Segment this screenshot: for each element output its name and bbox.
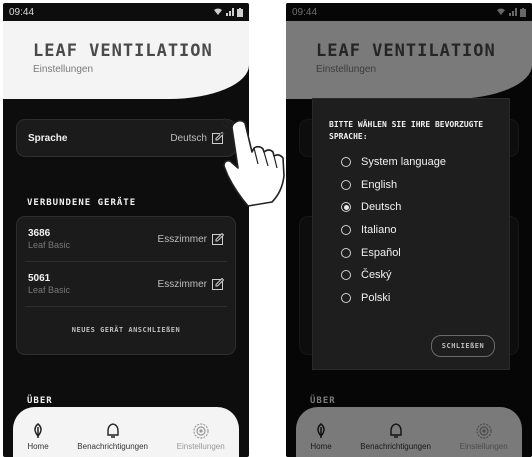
option-label: Italiano — [361, 224, 397, 237]
status-icons — [213, 7, 243, 17]
nav-notifications[interactable]: Benachrichtigungen — [77, 423, 148, 451]
device-room: Esszimmer — [157, 233, 207, 245]
bell-icon — [106, 423, 119, 438]
gear-icon — [193, 423, 209, 439]
nav-settings[interactable]: Einstellungen — [177, 423, 225, 451]
device-model: Leaf Basic — [28, 240, 71, 250]
radio-button-selected[interactable] — [341, 202, 351, 213]
language-option[interactable]: Español — [313, 241, 509, 264]
dialog-title: BITTE WÄHLEN SIE IHRE BEVORZUGTE SPRACHE… — [329, 120, 484, 141]
option-label: Español — [361, 246, 401, 259]
phone-screen-settings: 09:44 LEAF VENTILATION Einstellungen Spr… — [3, 3, 249, 457]
language-option[interactable]: Polski — [313, 287, 509, 310]
option-label: Polski — [361, 291, 391, 304]
nav-home-label: Home — [27, 442, 49, 451]
close-button[interactable]: SCHLIEßEN — [431, 335, 495, 357]
language-options: System language English Deutsch Italiano… — [313, 151, 509, 309]
bottom-navigation: Home Benachrichtigungen Einstellungen — [13, 407, 239, 457]
nav-settings-label: Einstellungen — [176, 442, 225, 451]
about-section-title: ÜBER — [27, 396, 53, 406]
device-name: 5061 — [28, 273, 51, 284]
language-row[interactable]: Sprache Deutsch — [17, 120, 235, 156]
language-option[interactable]: English — [313, 174, 509, 197]
devices-card: 3686 Leaf Basic Esszimmer 5061 Leaf Basi… — [16, 216, 236, 355]
page-subtitle: Einstellungen — [33, 64, 94, 75]
radio-button[interactable] — [341, 292, 351, 303]
status-bar: 09:44 — [3, 3, 249, 21]
edit-icon[interactable] — [212, 278, 224, 290]
hand-pointer-icon — [220, 118, 285, 207]
devices-section-title: VERBUNDENE GERÄTE — [27, 198, 137, 208]
phone-screen-language-dialog: 09:44 LEAF VENTILATION Einstellungen ÜBE… — [286, 3, 532, 457]
nav-home[interactable]: Home — [27, 423, 49, 451]
nav-notifications-label: Benachrichtigungen — [77, 442, 148, 451]
signal-icon — [226, 8, 234, 16]
language-card: Sprache Deutsch — [16, 119, 236, 157]
language-value-group: Deutsch — [170, 132, 224, 144]
device-room-group: Esszimmer — [158, 233, 224, 245]
device-info: 5061 Leaf Basic — [28, 273, 70, 295]
language-value: Deutsch — [170, 132, 207, 144]
language-option[interactable]: System language — [313, 151, 509, 174]
add-device-button[interactable]: NEUES GERÄT ANSCHLIEßEN — [17, 307, 235, 353]
device-model: Leaf Basic — [28, 285, 71, 295]
device-room: Esszimmer — [157, 278, 207, 290]
wifi-icon — [214, 8, 222, 15]
device-row[interactable]: 3686 Leaf Basic Esszimmer — [17, 217, 235, 261]
device-name: 3686 — [28, 228, 51, 239]
radio-button[interactable] — [341, 157, 351, 168]
edit-icon[interactable] — [212, 233, 224, 245]
option-label: Český — [361, 269, 392, 282]
language-dialog: BITTE WÄHLEN SIE IHRE BEVORZUGTE SPRACHE… — [312, 98, 510, 370]
option-label: System language — [361, 156, 446, 169]
language-option[interactable]: Italiano — [313, 219, 509, 242]
radio-button[interactable] — [341, 225, 351, 236]
device-row[interactable]: 5061 Leaf Basic Esszimmer — [17, 262, 235, 306]
radio-button[interactable] — [341, 179, 351, 190]
radio-button[interactable] — [341, 247, 351, 258]
battery-icon — [237, 7, 243, 17]
status-time: 09:44 — [9, 6, 35, 18]
radio-button[interactable] — [341, 270, 351, 281]
app-title: LEAF VENTILATION — [33, 41, 213, 61]
language-option[interactable]: Český — [313, 264, 509, 287]
language-option[interactable]: Deutsch — [313, 196, 509, 219]
language-label: Sprache — [28, 132, 68, 144]
option-label: English — [361, 178, 398, 191]
device-info: 3686 Leaf Basic — [28, 228, 70, 250]
option-label: Deutsch — [361, 201, 402, 214]
leaf-icon — [34, 423, 42, 438]
settings-header: LEAF VENTILATION Einstellungen — [3, 21, 249, 99]
device-room-group: Esszimmer — [158, 278, 224, 290]
